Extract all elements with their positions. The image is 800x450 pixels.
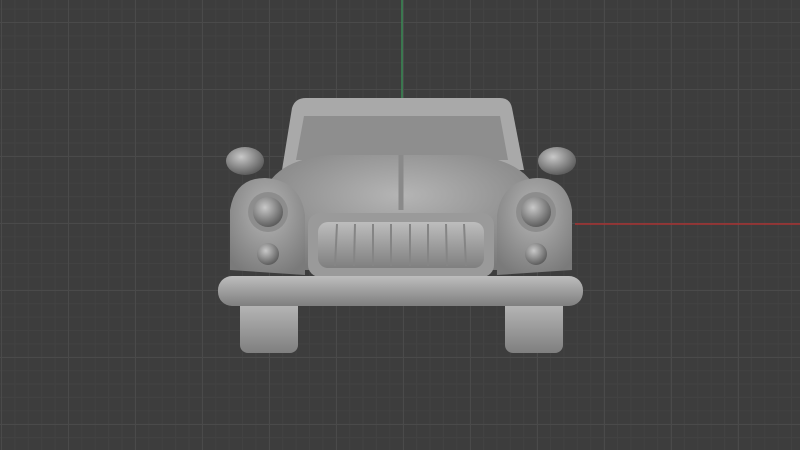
viewport-scene [218, 0, 800, 353]
car-model[interactable] [218, 98, 583, 353]
front-bumper [218, 276, 583, 306]
left-foglight [257, 243, 279, 265]
right-foglight [525, 243, 547, 265]
right-mirror [538, 147, 576, 175]
right-wheel [505, 298, 563, 353]
windshield [296, 116, 508, 160]
3d-viewport[interactable] [0, 0, 800, 450]
grille [318, 222, 484, 268]
left-mirror [226, 147, 264, 175]
left-headlight-lens [253, 197, 283, 227]
left-wheel [240, 298, 298, 353]
right-headlight-lens [521, 197, 551, 227]
